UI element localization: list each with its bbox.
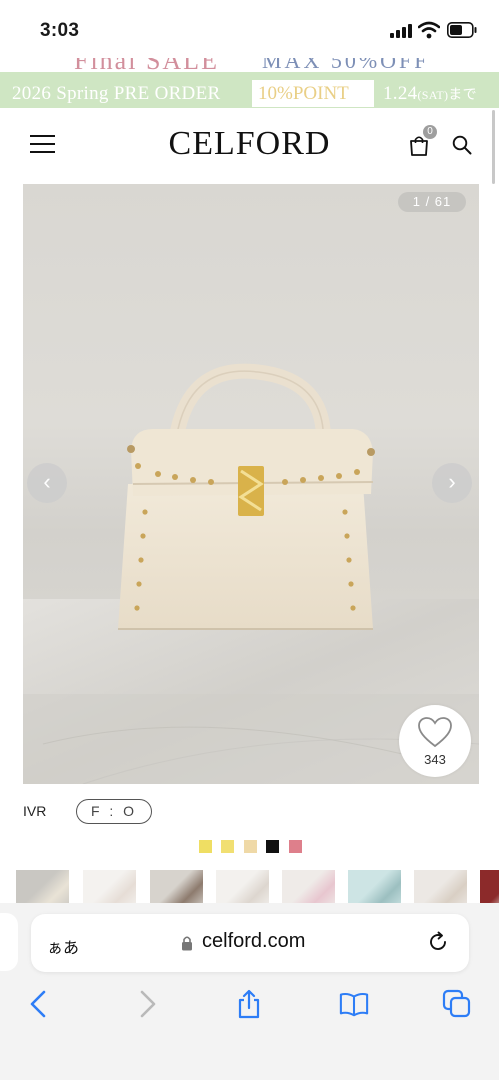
tabs-icon[interactable] [442,989,472,1019]
wifi-icon [418,21,440,39]
share-icon[interactable] [234,989,264,1019]
product-main-image[interactable] [23,184,479,784]
back-icon[interactable] [24,989,54,1019]
pre-order-date: 1.24(SAT)まで [383,83,477,105]
heart-icon [418,717,452,748]
pre-order-date-day: (SAT) [417,88,449,102]
site-header: CELFORD 0 [0,108,499,180]
battery-icon [447,22,477,38]
handbag-photo [23,363,479,784]
chevron-left-icon: ‹ [43,469,51,494]
gallery-prev-button[interactable]: ‹ [27,463,67,503]
cart-count-badge: 0 [423,125,437,139]
forward-icon[interactable] [132,989,162,1019]
browser-bottom-bar: ぁあ celford.com [0,903,499,1080]
cellular-signal-icon [390,24,412,38]
point-badge-text: 10%POINT [258,83,349,104]
color-swatch-yellow[interactable] [199,840,212,853]
gallery-next-button[interactable]: › [432,463,472,503]
point-badge: 10%POINT [252,80,374,107]
color-swatch-black[interactable] [266,840,279,853]
address-bar[interactable]: ぁあ celford.com [31,914,469,972]
size-option-button[interactable]: F : O [76,799,152,824]
pre-order-date-main: 1.24 [383,83,418,104]
color-code-label: IVR [23,803,47,819]
pre-order-banner[interactable]: 2026 Spring PRE ORDER 10%POINT 1.24(SAT)… [0,72,499,108]
status-bar: 3:03 [0,0,499,58]
sale-banner-text: Final SALE [74,58,219,72]
pre-order-until: まで [448,88,477,103]
favorite-button[interactable]: 343 [399,705,471,777]
color-swatch-pink[interactable] [289,840,302,853]
pre-order-title: 2026 Spring PRE ORDER [12,83,221,104]
search-icon[interactable] [452,135,472,155]
url-text[interactable]: celford.com [202,930,305,953]
favorite-count: 343 [424,752,446,767]
color-swatch-lemon[interactable] [221,840,234,853]
previous-tab-preview[interactable] [0,913,18,971]
page-scrollbar[interactable] [492,110,495,184]
color-swatch-beige[interactable] [244,840,257,853]
bookmarks-icon[interactable] [339,989,369,1019]
chevron-right-icon: › [448,469,456,494]
status-time: 3:03 [40,20,80,41]
sale-banner[interactable]: Final SALE MAX 50%OFF [0,58,499,72]
image-counter: 1 / 61 [398,192,466,212]
lock-icon [182,936,192,951]
sale-banner-max: MAX 50%OFF [262,58,430,72]
page-settings-button[interactable]: ぁあ [47,934,79,958]
reload-icon[interactable] [427,931,449,953]
